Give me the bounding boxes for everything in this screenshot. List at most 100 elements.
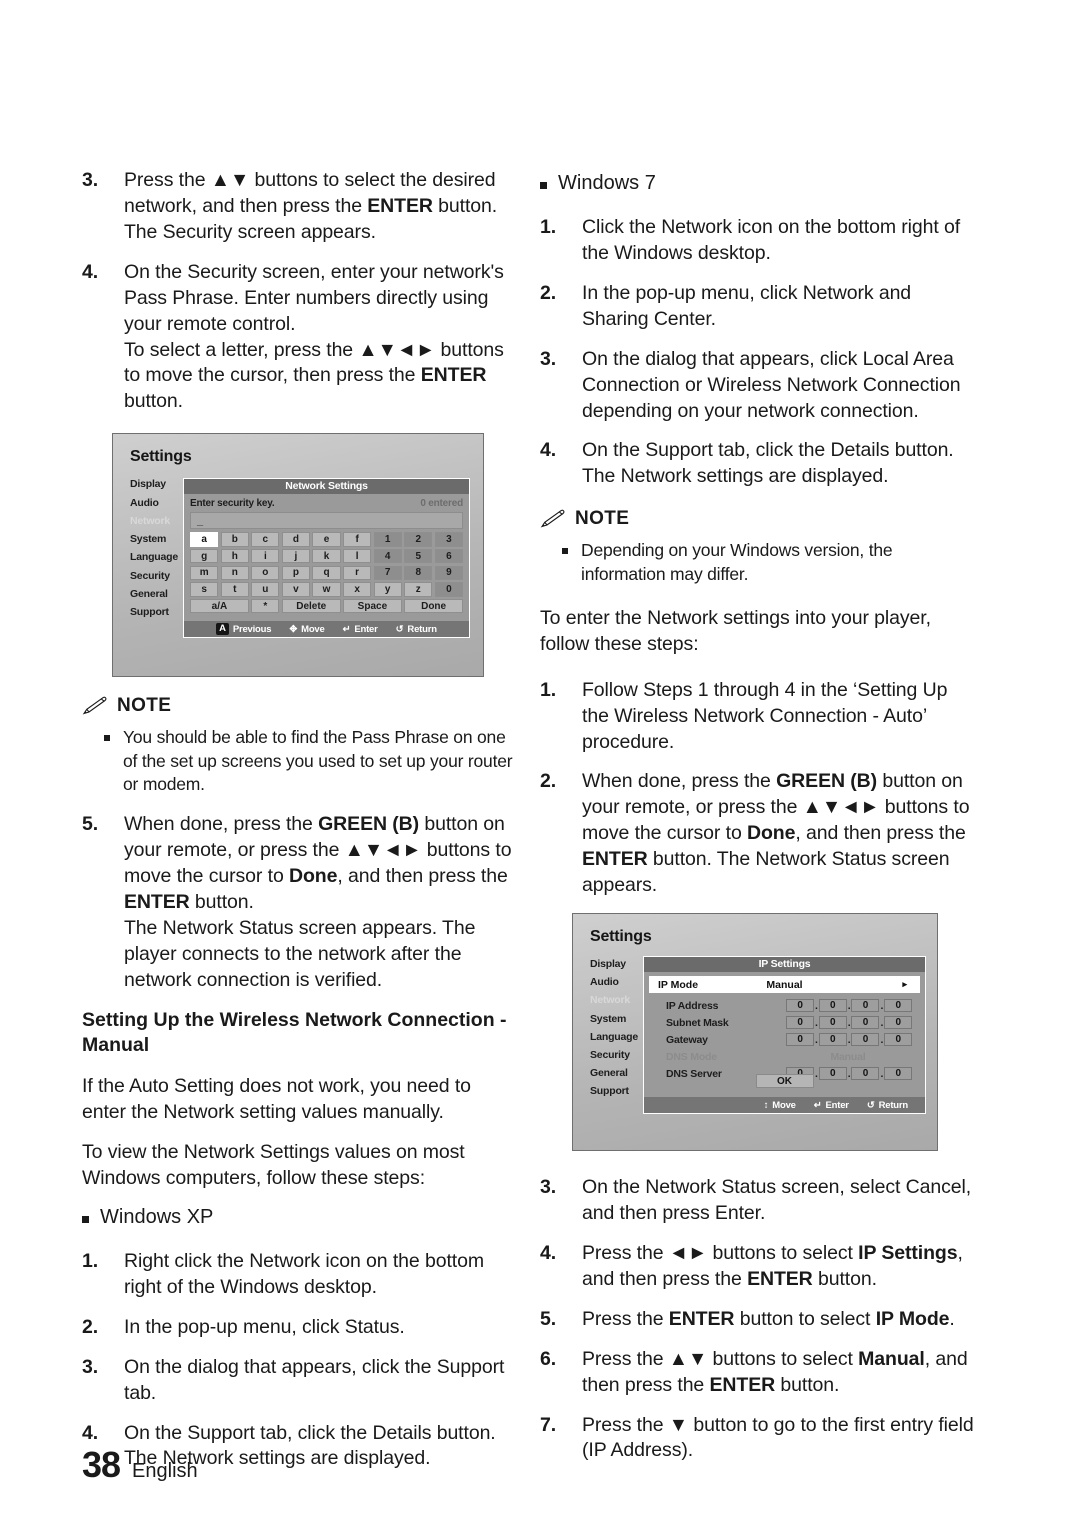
step-item: 1. Follow Steps 1 through 4 in the ‘Setti…	[540, 678, 976, 756]
key-v[interactable]: v	[281, 582, 311, 597]
octet-field-1[interactable]: 0	[786, 1033, 814, 1047]
octet-field-1[interactable]: 0	[786, 999, 814, 1013]
ip-row-gateway[interactable]: Gateway 0. 0. 0. 0	[666, 1032, 917, 1047]
row-label: Gateway	[666, 1033, 708, 1046]
key-space[interactable]: Space	[342, 599, 402, 614]
onscreen-keyboard[interactable]: a b c d e f 1 2 3 g h i j k l 4 5 6 m n o p q r 7 8 9 s t u v w x y z 0 a/A *…	[190, 532, 464, 614]
step-number: 4.	[540, 439, 557, 462]
key-m[interactable]: m	[190, 565, 219, 581]
sidebar-item-security[interactable]: Security	[590, 1049, 638, 1061]
sidebar-item-support[interactable]: Support	[130, 606, 178, 618]
key-z[interactable]: z	[404, 582, 433, 597]
step-item: 5. When done, press the GREEN (B) button …	[82, 812, 518, 993]
ok-button[interactable]: OK	[755, 1074, 814, 1089]
ip-row-subnet-mask[interactable]: Subnet Mask 0. 0. 0. 0	[666, 1015, 917, 1030]
key-x[interactable]: x	[342, 582, 372, 597]
octet-field-2[interactable]: 0	[818, 1067, 847, 1081]
key-d[interactable]: d	[281, 532, 311, 547]
key-k[interactable]: k	[312, 548, 341, 564]
octet-field-4[interactable]: 0	[884, 1033, 913, 1047]
octet-field-3[interactable]: 0	[851, 1067, 880, 1081]
sidebar-item-language[interactable]: Language	[590, 1031, 638, 1043]
key-5[interactable]: 5	[404, 548, 433, 564]
body-text: button to select	[734, 1307, 876, 1330]
octet-group[interactable]: 0.0.0.0	[786, 1016, 913, 1030]
body-text: When done, press the	[582, 770, 777, 793]
step-number: 5.	[540, 1307, 557, 1330]
key-a[interactable]: a	[190, 532, 219, 547]
sidebar-item-network[interactable]: Network	[590, 994, 638, 1006]
octet-field-4[interactable]: 0	[884, 999, 913, 1013]
octet-field-2[interactable]: 0	[818, 1033, 847, 1047]
octet-field-3[interactable]: 0	[851, 999, 880, 1013]
key-4[interactable]: 4	[373, 548, 402, 564]
key-a-a[interactable]: a/A	[190, 599, 249, 614]
sidebar-item-display[interactable]: Display	[590, 958, 638, 970]
bullet-square-icon	[562, 548, 568, 555]
sidebar-item-general[interactable]: General	[130, 588, 178, 600]
key-q[interactable]: q	[312, 565, 341, 581]
key-2[interactable]: 2	[404, 532, 433, 547]
key-y[interactable]: y	[373, 582, 402, 597]
hint-label: Move	[301, 623, 325, 635]
key-e[interactable]: e	[312, 532, 341, 547]
sidebar-item-display[interactable]: Display	[130, 478, 178, 490]
key-c[interactable]: c	[251, 532, 280, 547]
key-9[interactable]: 9	[434, 565, 464, 581]
octet-field-4[interactable]: 0	[884, 1067, 913, 1081]
key-delete[interactable]: Delete	[281, 599, 341, 614]
octet-separator: .	[847, 1016, 851, 1029]
key-done[interactable]: Done	[404, 599, 464, 614]
key-u[interactable]: u	[251, 582, 280, 597]
sidebar-item-audio[interactable]: Audio	[130, 497, 178, 509]
security-key-input[interactable]: _	[190, 512, 463, 530]
step-text: Press the ◄► buttons to select IP Settin…	[582, 1241, 976, 1293]
key-8[interactable]: 8	[404, 565, 433, 581]
body-text: button.	[124, 390, 183, 413]
key-h[interactable]: h	[220, 548, 249, 564]
sidebar-item-general[interactable]: General	[590, 1067, 638, 1079]
key-n[interactable]: n	[220, 565, 249, 581]
sidebar-item-system[interactable]: System	[590, 1013, 638, 1025]
octet-group[interactable]: 0.0.0.0	[786, 1033, 913, 1047]
key-0[interactable]: 0	[434, 582, 464, 597]
key-i[interactable]: i	[251, 548, 280, 564]
key-w[interactable]: w	[312, 582, 341, 597]
key-o[interactable]: o	[251, 565, 280, 581]
step-text: When done, press the GREEN (B) button on…	[582, 769, 976, 899]
key-f[interactable]: f	[342, 532, 372, 547]
key-s[interactable]: s	[190, 582, 219, 597]
sidebar-item-system[interactable]: System	[130, 533, 178, 545]
key-3[interactable]: 3	[434, 532, 464, 547]
octet-field-4[interactable]: 0	[884, 1016, 913, 1030]
key-r[interactable]: r	[342, 565, 372, 581]
octet-group[interactable]: 0.0.0.0	[786, 999, 913, 1013]
key-j[interactable]: j	[281, 548, 311, 564]
key-l[interactable]: l	[342, 548, 372, 564]
octet-field-1[interactable]: 0	[786, 1016, 814, 1030]
sidebar-item-network[interactable]: Network	[130, 515, 178, 527]
octet-field-2[interactable]: 0	[818, 999, 847, 1013]
right-steps-bottom: 3. On the Network Status screen, select C…	[540, 1175, 976, 1464]
key--[interactable]: *	[251, 599, 280, 614]
key-1[interactable]: 1	[373, 532, 402, 547]
octet-field-3[interactable]: 0	[851, 1016, 880, 1030]
octet-field-3[interactable]: 0	[851, 1033, 880, 1047]
key-t[interactable]: t	[220, 582, 249, 597]
key-b[interactable]: b	[220, 532, 249, 547]
step-item: 4. Press the ◄► buttons to select IP Sett…	[540, 1241, 976, 1293]
ip-row-ip-address[interactable]: IP Address 0. 0. 0. 0	[666, 998, 917, 1013]
sidebar-item-audio[interactable]: Audio	[590, 976, 638, 988]
key-6[interactable]: 6	[434, 548, 464, 564]
hint-label: Enter	[354, 623, 378, 635]
sidebar-item-support[interactable]: Support	[590, 1085, 638, 1097]
key-7[interactable]: 7	[373, 565, 402, 581]
step-number: 6.	[540, 1347, 557, 1370]
sidebar-item-language[interactable]: Language	[130, 551, 178, 563]
security-key-prompt-row: Enter security key. 0 entered	[190, 498, 463, 509]
key-g[interactable]: g	[190, 548, 219, 564]
ip-mode-row[interactable]: IP Mode Manual ▸	[649, 976, 920, 994]
key-p[interactable]: p	[281, 565, 311, 581]
sidebar-item-security[interactable]: Security	[130, 570, 178, 582]
octet-field-2[interactable]: 0	[818, 1016, 847, 1030]
